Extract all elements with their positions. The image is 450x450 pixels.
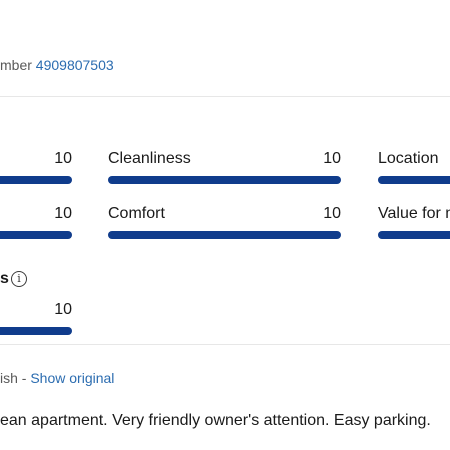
rating-bar-location [378, 176, 450, 184]
translation-line: ish - Show original [0, 370, 114, 386]
rating-label-comfort: Comfort [108, 205, 165, 222]
divider-top [0, 96, 450, 97]
divider-bottom [0, 344, 450, 345]
info-icon[interactable]: i [11, 271, 27, 287]
rating-bar-left-3 [0, 327, 72, 335]
review-text: ean apartment. Very friendly owner's att… [0, 412, 431, 429]
show-original-link[interactable]: Show original [30, 370, 114, 386]
rating-label-location: Location [378, 150, 439, 167]
rating-score-comfort: 10 [323, 205, 341, 222]
rating-score-cleanliness: 10 [323, 150, 341, 167]
rating-score-left-1: 10 [54, 150, 72, 167]
member-number-line: mber 4909807503 [0, 57, 114, 73]
rating-bar-comfort [108, 231, 341, 239]
rating-label-cleanliness: Cleanliness [108, 150, 191, 167]
rating-score-left-3: 10 [54, 301, 72, 318]
rating-label-value-for-money: Value for m [378, 205, 450, 222]
rating-label-wifi: s [0, 270, 9, 287]
rating-score-left-2: 10 [54, 205, 72, 222]
translation-prefix: ish - [0, 370, 31, 386]
rating-bar-value-for-money [378, 231, 450, 239]
rating-bar-cleanliness [108, 176, 341, 184]
member-number-prefix: mber [0, 57, 36, 73]
rating-bar-left-1 [0, 176, 72, 184]
rating-bar-left-2 [0, 231, 72, 239]
member-number[interactable]: 4909807503 [36, 57, 114, 73]
